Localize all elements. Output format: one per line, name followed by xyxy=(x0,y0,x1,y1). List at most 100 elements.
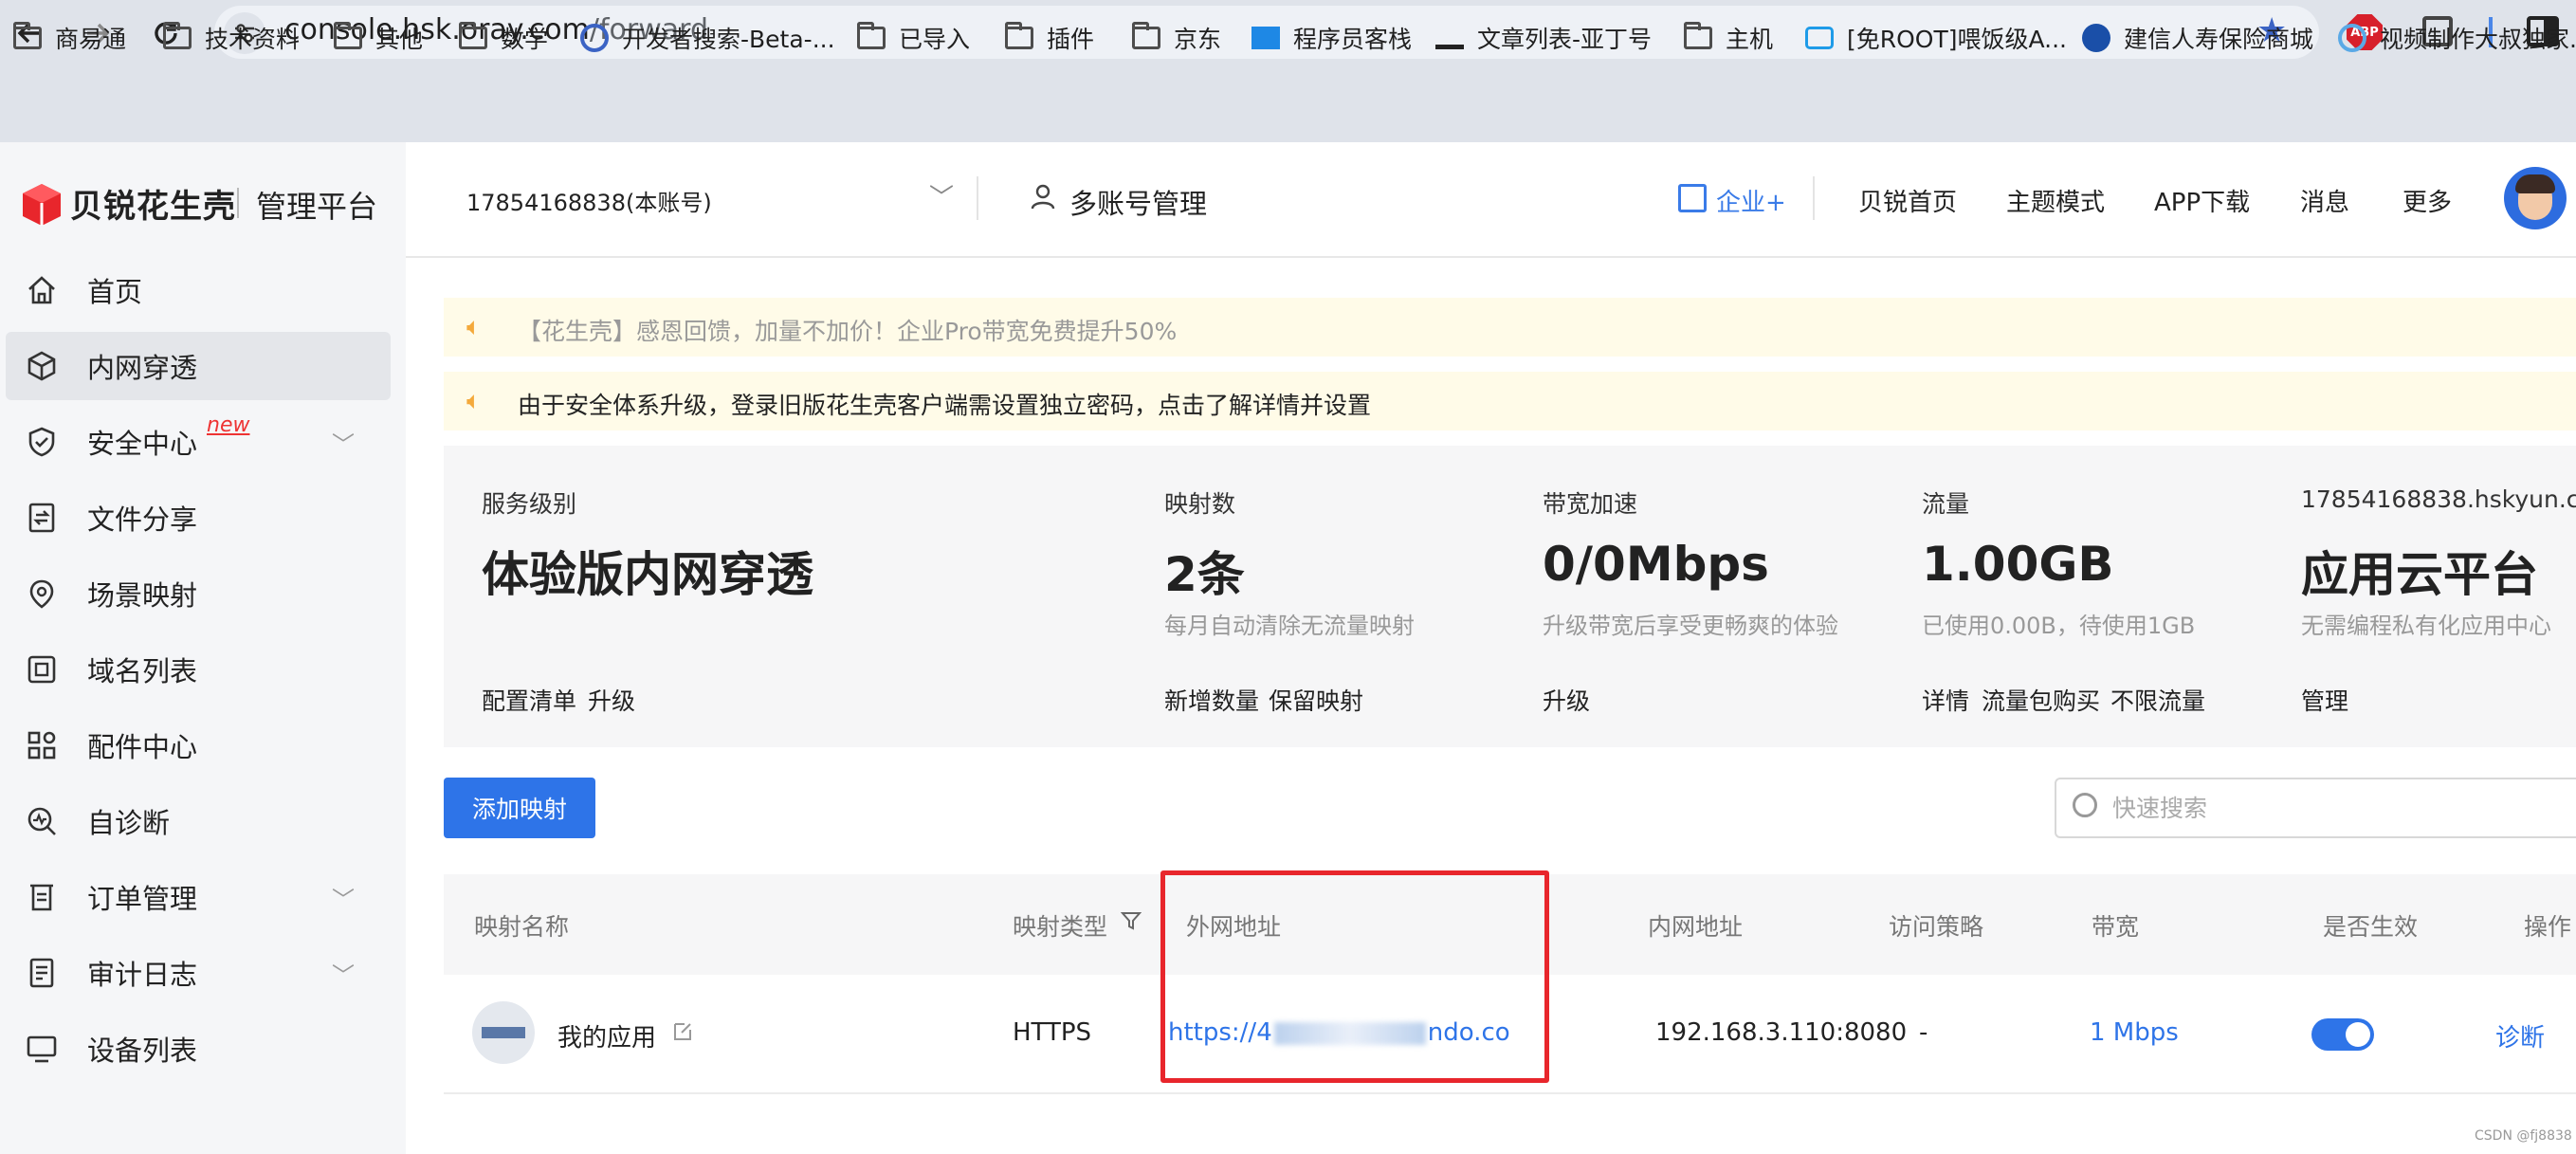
bookmark-label: 插件 xyxy=(1047,26,1095,53)
bookmark-item[interactable]: [免ROOT]喂饭级A... xyxy=(1805,19,2067,57)
app-avatar xyxy=(472,1001,535,1064)
avatar[interactable] xyxy=(2504,167,2567,229)
stat-value-service: 体验版内网穿透 xyxy=(482,547,813,602)
sidebar-item-audit-log[interactable]: 审计日志 ﹀ xyxy=(0,939,406,1007)
bookmark-item[interactable]: 开发者搜索-Beta-... xyxy=(580,19,835,57)
order-icon xyxy=(30,884,53,911)
notice-text: 由于安全体系升级，登录旧版花生壳客户端需设置独立密码，点击了解详情并设置 xyxy=(518,392,1372,419)
chevron-down-icon[interactable]: ﹀ xyxy=(332,957,355,990)
bilibili-icon xyxy=(1805,27,1834,49)
apps-icon xyxy=(27,731,56,760)
header-link-messages[interactable]: 消息 xyxy=(2300,183,2349,218)
bookmark-item[interactable]: 京东 xyxy=(1132,19,1221,57)
column-header-actions: 操作 xyxy=(2524,913,2572,941)
diagnose-link[interactable]: 诊断 xyxy=(2495,1018,2545,1053)
keep-mapping-link[interactable]: 保留映射 xyxy=(1269,683,1363,717)
sidebar-item-diagnose[interactable]: 自诊断 xyxy=(0,787,406,855)
chevron-down-icon[interactable]: ﹀ xyxy=(929,178,954,213)
notice-text: 【花生壳】感恩回馈，加量不加价！企业Pro带宽免费提升50% xyxy=(518,318,1178,345)
search-input[interactable] xyxy=(2112,789,2567,827)
bookmark-item[interactable]: 程序员客栈 xyxy=(1251,19,1412,57)
dev-search-icon xyxy=(580,24,609,52)
bookmark-label: 商易通 xyxy=(55,26,127,53)
bookmark-label: 程序员客栈 xyxy=(1293,26,1413,53)
bookmark-item[interactable]: 其他 xyxy=(334,19,423,57)
home-icon xyxy=(28,276,55,304)
bookmark-item[interactable]: 插件 xyxy=(1005,19,1094,57)
folder-icon xyxy=(163,22,192,49)
brand-name: 贝锐花生壳 xyxy=(70,188,236,226)
folder-icon xyxy=(1684,22,1712,49)
sidebar-item-label: 首页 xyxy=(87,276,143,308)
multi-account-link[interactable]: 多账号管理 xyxy=(1069,182,1207,222)
column-header-bandwidth: 带宽 xyxy=(2092,913,2140,941)
header-link-home[interactable]: 贝锐首页 xyxy=(1858,183,1957,218)
cloud-manage-link[interactable]: 管理 xyxy=(2301,683,2348,717)
config-list-link[interactable]: 配置清单 xyxy=(482,683,576,717)
bookmark-item[interactable]: 已导入 xyxy=(857,19,970,57)
sidebar-item-label: 文件分享 xyxy=(87,504,198,536)
brand-divider xyxy=(237,188,239,218)
header-divider xyxy=(1813,176,1815,220)
sidebar-item-devices[interactable]: 设备列表 xyxy=(0,1015,406,1083)
sidebar-item-file-share[interactable]: 文件分享 xyxy=(0,484,406,552)
bookmark-label: 主机 xyxy=(1726,26,1774,53)
header-link-theme[interactable]: 主题模式 xyxy=(2006,183,2105,218)
stat-sub-bandwidth: 升级带宽后享受更畅爽的体验 xyxy=(1543,613,1838,639)
sidebar-item-scene[interactable]: 场景映射 xyxy=(0,559,406,628)
stat-label-service: 服务级别 xyxy=(482,490,577,518)
chevron-down-icon[interactable]: ﹀ xyxy=(332,426,355,459)
app-header xyxy=(406,142,2576,258)
bookmark-item[interactable]: 视频制作大叔独家... xyxy=(2338,19,2576,57)
sidebar-item-security[interactable]: 安全中心 new ﹀ xyxy=(0,408,406,476)
sidebar-item-home[interactable]: 首页 xyxy=(0,256,406,324)
plane-icon xyxy=(1435,27,1464,49)
add-quota-link[interactable]: 新增数量 xyxy=(1164,683,1259,717)
notice-banner[interactable]: 🔈︎ 由于安全体系升级，登录旧版花生壳客户端需设置独立密码，点击了解详情并设置 xyxy=(444,372,2576,430)
mapping-name: 我的应用 xyxy=(557,1024,657,1053)
sidebar-item-label: 订单管理 xyxy=(87,883,198,915)
bookmark-label: 开发者搜索-Beta-... xyxy=(622,26,835,53)
buy-traffic-link[interactable]: 流量包购买 xyxy=(1982,683,2100,717)
folder-icon xyxy=(13,22,42,49)
enabled-toggle[interactable] xyxy=(2311,1018,2374,1051)
watermark: CSDN @fj8838 xyxy=(2475,1128,2572,1144)
sidebar-item-domains[interactable]: 域名列表 xyxy=(0,635,406,704)
filter-icon[interactable] xyxy=(1120,910,1142,935)
bookmark-item[interactable]: 文章列表-亚丁号 xyxy=(1435,19,1652,57)
bookmark-item[interactable]: 建信人寿保险商城 xyxy=(2082,19,2313,57)
bookmark-item[interactable]: 商易通 xyxy=(13,19,126,57)
sidebar-item-label: 审计日志 xyxy=(87,959,198,991)
stat-value-traffic: 1.00GB xyxy=(1922,537,2114,592)
insurance-icon xyxy=(2082,24,2110,52)
brand-logo-icon xyxy=(23,184,61,226)
chevron-down-icon[interactable]: ﹀ xyxy=(332,881,355,914)
terminal-icon xyxy=(1251,27,1280,49)
upgrade-service-link[interactable]: 升级 xyxy=(588,683,635,717)
sidebar-item-orders[interactable]: 订单管理 ﹀ xyxy=(0,863,406,931)
cube-icon xyxy=(27,351,56,381)
edit-icon[interactable] xyxy=(671,1020,694,1047)
header-link-app-download[interactable]: APP下载 xyxy=(2154,183,2250,218)
sidebar-item-label: 场景映射 xyxy=(87,579,198,612)
account-selector[interactable]: 17854168838(本账号) xyxy=(466,184,712,217)
stat-value-mappings: 2条 xyxy=(1164,547,1245,602)
bandwidth-link[interactable]: 1 Mbps xyxy=(2090,1018,2179,1047)
domain-icon xyxy=(27,655,56,684)
enterprise-link[interactable]: 企业+ xyxy=(1716,183,1786,218)
enterprise-icon xyxy=(1678,184,1707,212)
bookmark-item[interactable]: 技术资料 xyxy=(163,19,300,57)
bookmarks-bar xyxy=(0,66,2576,142)
mapping-type: HTTPS xyxy=(1013,1018,1092,1047)
bookmark-item[interactable]: 主机 xyxy=(1684,19,1773,57)
notice-banner[interactable]: 🔈︎ 【花生壳】感恩回馈，加量不加价！企业Pro带宽免费提升50% xyxy=(444,298,2576,357)
upgrade-bandwidth-link[interactable]: 升级 xyxy=(1543,683,1590,717)
bookmark-item[interactable]: 数学 xyxy=(459,19,548,57)
unlimited-traffic-link[interactable]: 不限流量 xyxy=(2110,683,2205,717)
traffic-detail-link[interactable]: 详情 xyxy=(1922,683,1969,717)
add-mapping-button[interactable]: 添加映射 xyxy=(444,778,595,838)
stat-sub-mappings: 每月自动清除无流量映射 xyxy=(1164,613,1415,639)
header-link-more[interactable]: 更多 xyxy=(2402,183,2452,218)
sidebar-item-accessories[interactable]: 配件中心 xyxy=(0,711,406,779)
sidebar-item-forward[interactable]: 内网穿透 xyxy=(0,332,406,400)
